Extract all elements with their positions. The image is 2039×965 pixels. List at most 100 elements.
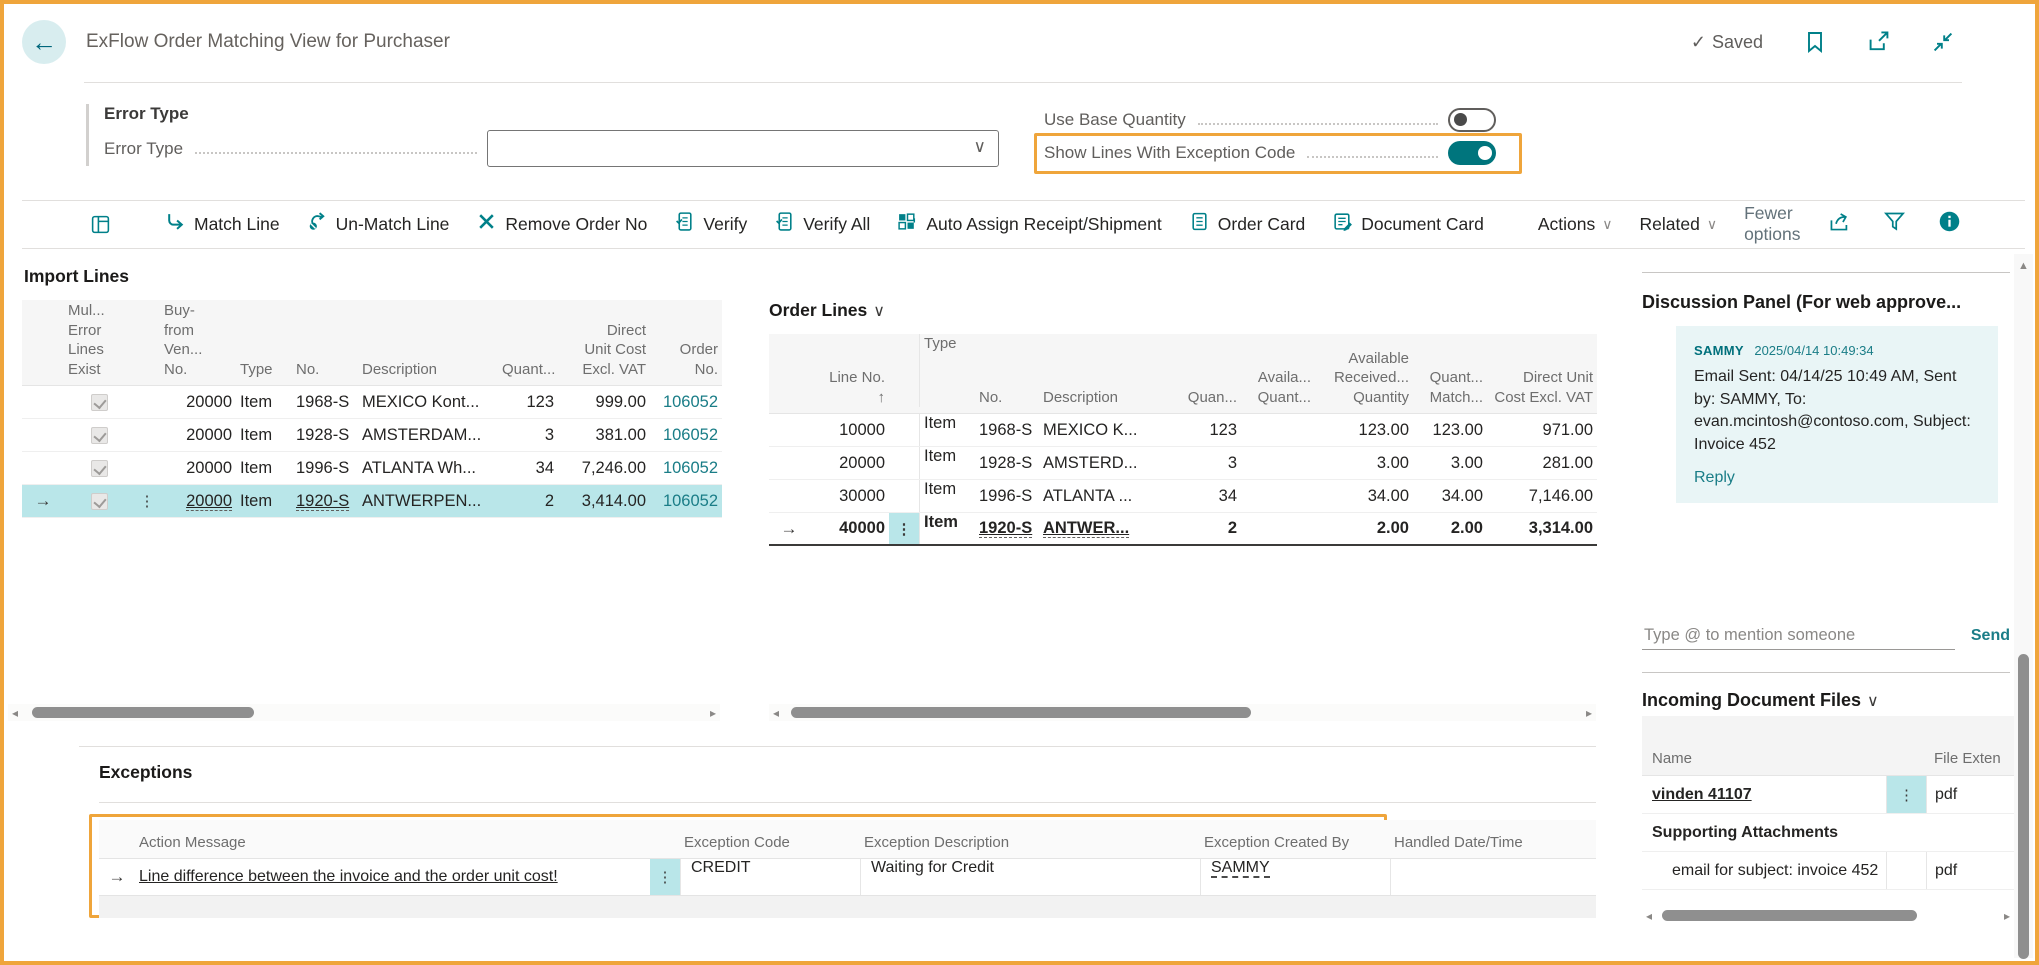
vendor-no-cell[interactable]: 20000 <box>160 492 236 511</box>
column-header[interactable]: No. <box>292 360 358 380</box>
item-no-cell[interactable]: 1996-S <box>292 459 358 478</box>
scroll-thumb[interactable] <box>1662 910 1917 921</box>
scroll-right-icon[interactable]: ▸ <box>2000 909 2014 923</box>
column-header[interactable]: Mul... Error Lines Exist <box>64 301 134 379</box>
match-line-button[interactable]: Match Line <box>165 211 280 237</box>
related-menu[interactable]: Related ∨ <box>1639 214 1717 235</box>
order-line-row[interactable]: 20000 Item 1928-S AMSTERD... 3 3.00 3.00… <box>769 447 1597 480</box>
document-card-button[interactable]: Document Card <box>1332 211 1484 237</box>
order-no-link[interactable]: 106052 <box>650 426 722 445</box>
column-header[interactable]: Quan... <box>1177 388 1241 408</box>
column-header[interactable]: Line No.↑ <box>809 368 889 407</box>
use-base-quantity-toggle[interactable] <box>1448 108 1496 132</box>
column-header[interactable]: Direct Unit Cost Excl. VAT <box>1487 368 1597 407</box>
column-header[interactable]: Action Message <box>135 833 650 853</box>
import-line-row[interactable]: 20000 Item 1968-S MEXICO Kont... 123 999… <box>22 386 722 419</box>
import-lines-hscrollbar[interactable]: ◂ ▸ <box>8 704 720 721</box>
attachment-name-cell[interactable]: email for subject: invoice 452 <box>1642 862 1886 880</box>
exception-row[interactable]: → Line difference between the invoice an… <box>99 858 1596 896</box>
scroll-right-icon[interactable]: ▸ <box>1582 706 1596 720</box>
vendor-no-cell[interactable]: 20000 <box>160 459 236 478</box>
incoming-files-title[interactable]: Incoming Document Files∨ <box>1642 690 1879 711</box>
column-header[interactable]: Description <box>358 360 498 380</box>
vendor-no-cell[interactable]: 20000 <box>160 393 236 412</box>
reply-link[interactable]: Reply <box>1694 469 1980 487</box>
scroll-up-icon[interactable]: ▲ <box>2014 260 2033 272</box>
column-header[interactable]: Description <box>1039 388 1177 408</box>
import-line-row-selected[interactable]: → ⋮ 20000 Item 1920-S ANTWERPEN... 2 3,4… <box>22 485 722 518</box>
column-header[interactable]: Buy- from Ven... No. <box>160 301 236 379</box>
item-no-cell[interactable]: 1920-S <box>292 492 358 511</box>
scroll-thumb[interactable] <box>791 707 1251 718</box>
item-no-cell[interactable]: 1996-S <box>975 487 1039 506</box>
scroll-right-icon[interactable]: ▸ <box>706 706 720 720</box>
order-card-button[interactable]: Order Card <box>1189 211 1306 237</box>
scroll-left-icon[interactable]: ◂ <box>8 706 22 720</box>
item-no-cell[interactable]: 1968-S <box>292 393 358 412</box>
scroll-left-icon[interactable]: ◂ <box>769 706 783 720</box>
order-line-row[interactable]: 10000 Item 1968-S MEXICO K... 123 123.00… <box>769 414 1597 447</box>
auto-assign-button[interactable]: Auto Assign Receipt/Shipment <box>897 211 1161 237</box>
fewer-options-button[interactable]: Fewer options <box>1744 203 1800 245</box>
column-header[interactable]: Direct Unit Cost Excl. VAT <box>558 321 650 380</box>
vendor-no-cell[interactable]: 20000 <box>160 426 236 445</box>
column-header[interactable]: Exception Code <box>680 833 860 853</box>
order-no-link[interactable]: 106052 <box>650 492 722 511</box>
mention-input[interactable] <box>1642 622 1955 650</box>
back-button[interactable]: ← <box>22 20 66 64</box>
file-name-link[interactable]: vinden 41107 <box>1642 786 1886 804</box>
import-line-row[interactable]: 20000 Item 1996-S ATLANTA Wh... 34 7,246… <box>22 452 722 485</box>
exception-created-by-cell[interactable]: SAMMY <box>1200 859 1390 895</box>
import-line-row[interactable]: 20000 Item 1928-S AMSTERDAM... 3 381.00 … <box>22 419 722 452</box>
column-header[interactable]: Name <box>1642 750 1886 767</box>
bookmark-icon[interactable] <box>1803 30 1827 54</box>
send-button[interactable]: Send <box>1971 627 2010 650</box>
action-message-link[interactable]: Line difference between the invoice and … <box>135 868 650 886</box>
remove-order-no-button[interactable]: Remove Order No <box>476 211 647 237</box>
row-menu-icon[interactable]: ⋮ <box>1886 776 1926 813</box>
column-header[interactable]: Type <box>919 334 975 407</box>
un-match-line-button[interactable]: Un-Match Line <box>307 211 450 237</box>
row-menu-icon[interactable]: ⋮ <box>650 859 680 895</box>
error-type-select[interactable]: ∨ <box>487 130 999 167</box>
board-view-button[interactable] <box>90 214 111 235</box>
scroll-thumb[interactable] <box>32 707 254 718</box>
order-line-row[interactable]: 30000 Item 1996-S ATLANTA ... 34 34.00 3… <box>769 480 1597 513</box>
verify-all-button[interactable]: Verify All <box>774 211 870 237</box>
share-icon[interactable] <box>1828 210 1851 238</box>
collapse-icon[interactable] <box>1931 30 1955 54</box>
file-row[interactable]: email for subject: invoice 452 pdf <box>1642 852 2014 890</box>
order-lines-title[interactable]: Order Lines∨ <box>769 300 885 321</box>
show-lines-exception-toggle[interactable] <box>1448 141 1496 165</box>
info-icon[interactable] <box>1938 210 1961 238</box>
item-no-cell[interactable]: 1920-S <box>975 519 1039 538</box>
verify-button[interactable]: Verify <box>674 211 747 237</box>
column-header[interactable]: Quant... <box>498 360 558 380</box>
file-row[interactable]: vinden 41107 ⋮ pdf <box>1642 776 2014 814</box>
item-no-cell[interactable]: 1928-S <box>975 454 1039 473</box>
order-lines-hscrollbar[interactable]: ◂ ▸ <box>769 704 1596 721</box>
column-header[interactable]: Type <box>236 360 292 380</box>
item-no-cell[interactable]: 1968-S <box>975 421 1039 440</box>
column-header[interactable]: Exception Created By <box>1200 833 1390 853</box>
row-menu-icon[interactable]: ⋮ <box>889 513 919 544</box>
item-no-cell[interactable]: 1928-S <box>292 426 358 445</box>
order-no-link[interactable]: 106052 <box>650 459 722 478</box>
column-header[interactable]: Handled Date/Time <box>1390 833 1590 853</box>
page-vscrollbar[interactable]: ▲ <box>2014 254 2033 958</box>
column-header[interactable]: Availa... Quant... <box>1241 368 1315 407</box>
actions-menu[interactable]: Actions ∨ <box>1538 214 1613 235</box>
row-menu-icon[interactable]: ⋮ <box>134 492 160 510</box>
column-header[interactable]: Order No. <box>650 340 722 379</box>
filter-icon[interactable] <box>1883 210 1906 238</box>
scroll-left-icon[interactable]: ◂ <box>1642 909 1656 923</box>
column-header[interactable]: Exception Description <box>860 833 1200 853</box>
order-no-link[interactable]: 106052 <box>650 393 722 412</box>
order-line-row-selected[interactable]: → 40000 ⋮ Item 1920-S ANTWER... 2 2.00 2… <box>769 513 1597 546</box>
files-hscrollbar[interactable]: ◂ ▸ <box>1642 907 2014 924</box>
open-in-new-window-icon[interactable] <box>1867 30 1891 54</box>
column-header[interactable]: Available Received... Quantity <box>1315 349 1413 408</box>
column-header[interactable]: File Exten <box>1926 750 2014 767</box>
scroll-thumb[interactable] <box>2018 654 2029 959</box>
column-header[interactable]: Quant... Match... <box>1413 368 1487 407</box>
